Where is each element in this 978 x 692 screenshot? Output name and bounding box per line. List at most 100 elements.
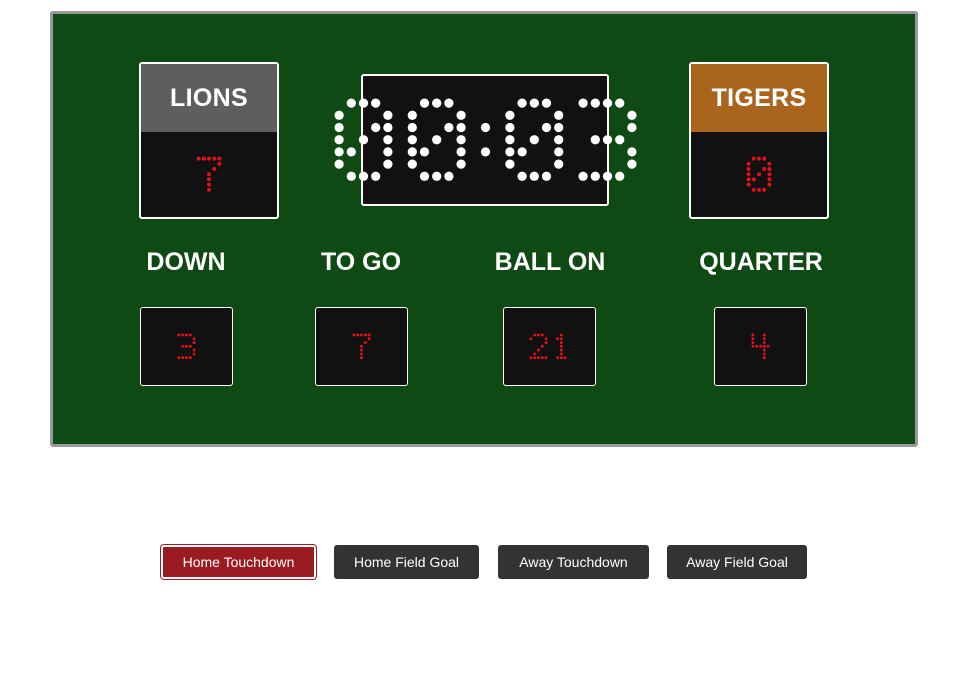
led-dot — [352, 333, 356, 337]
game-clock — [333, 74, 637, 206]
led-dot — [553, 110, 563, 121]
led-dot — [751, 341, 755, 345]
led-dot — [504, 110, 515, 121]
led-dot — [762, 356, 766, 360]
led-dot — [407, 147, 417, 157]
down-value-matrix — [177, 333, 196, 360]
led-dot — [181, 333, 185, 337]
led-dot — [181, 356, 185, 360]
led-dot — [192, 348, 196, 352]
led-dot — [767, 162, 772, 167]
led-dot — [358, 135, 368, 145]
led-dot — [626, 159, 637, 170]
quarter-value-matrix — [751, 333, 770, 360]
ball-on-display — [503, 307, 596, 386]
led-dot — [207, 172, 211, 177]
led-dot — [333, 110, 344, 121]
home-team-panel: LIONS — [139, 62, 279, 219]
led-dot — [358, 171, 368, 182]
led-dot — [177, 333, 181, 337]
home-field-goal-button[interactable]: Home Field Goal — [334, 545, 479, 579]
led-dot — [746, 177, 751, 182]
to-go-value — [352, 333, 371, 360]
led-dot — [455, 110, 466, 121]
home-score-display — [141, 132, 277, 217]
led-dot — [188, 333, 192, 337]
led-dot — [217, 162, 222, 167]
led-dot — [207, 156, 211, 161]
led-dot — [751, 337, 755, 341]
quarter-display — [714, 307, 807, 386]
home-score — [196, 156, 222, 193]
led-dot — [212, 167, 217, 172]
led-dot — [370, 98, 380, 109]
led-dot — [207, 177, 211, 182]
away-score-matrix — [746, 156, 772, 193]
led-dot — [212, 156, 217, 161]
led-dot — [455, 159, 466, 170]
led-dot — [370, 171, 380, 182]
led-dot — [762, 156, 767, 161]
led-dot — [504, 123, 515, 133]
home-score-matrix — [196, 156, 222, 193]
led-dot — [559, 341, 563, 345]
led-dot — [431, 171, 441, 182]
led-dot — [358, 98, 368, 109]
led-dot — [762, 188, 767, 193]
led-dot — [553, 147, 563, 157]
home-touchdown-button[interactable]: Home Touchdown — [161, 545, 316, 579]
away-touchdown-button[interactable]: Away Touchdown — [498, 545, 649, 579]
led-dot — [751, 177, 756, 182]
led-dot — [762, 348, 766, 352]
led-dot — [333, 123, 344, 133]
led-dot — [360, 333, 363, 337]
led-dot — [532, 352, 536, 356]
led-dot — [577, 171, 588, 182]
led-dot — [755, 345, 759, 348]
led-dot — [559, 333, 563, 337]
led-dot — [555, 337, 559, 341]
to-go-label: TO GO — [320, 248, 402, 276]
led-dot — [407, 159, 417, 170]
led-dot — [757, 188, 761, 193]
ball-on-value — [529, 333, 571, 360]
led-dot — [614, 171, 624, 182]
led-dot — [407, 135, 417, 145]
led-dot — [751, 188, 756, 193]
led-dot — [382, 159, 393, 170]
led-dot — [455, 135, 466, 145]
led-dot — [626, 110, 637, 121]
led-dot — [751, 156, 756, 161]
led-dot — [207, 188, 211, 193]
game-clock-display — [333, 97, 638, 182]
led-dot — [746, 172, 751, 177]
led-dot — [346, 171, 356, 182]
led-dot — [431, 98, 441, 109]
game-clock-display-matrix — [333, 98, 637, 182]
led-dot — [529, 98, 539, 109]
led-dot — [762, 333, 766, 337]
led-dot — [767, 172, 772, 177]
led-dot — [536, 333, 540, 337]
led-dot — [382, 123, 393, 133]
led-dot — [746, 182, 751, 187]
led-dot — [536, 348, 540, 352]
led-dot — [346, 147, 356, 157]
led-dot — [185, 345, 188, 348]
led-dot — [762, 341, 766, 345]
led-dot — [363, 333, 367, 337]
led-dot — [382, 110, 393, 121]
led-dot — [559, 352, 563, 356]
led-dot — [559, 348, 563, 352]
led-dot — [333, 147, 344, 157]
led-dot — [559, 337, 563, 341]
led-dot — [559, 356, 563, 360]
led-dot — [192, 352, 196, 356]
away-field-goal-button[interactable]: Away Field Goal — [667, 545, 807, 579]
led-dot — [544, 341, 548, 345]
led-dot — [177, 356, 181, 360]
led-dot — [540, 333, 544, 337]
led-dot — [196, 156, 201, 161]
led-dot — [541, 171, 551, 182]
led-dot — [532, 356, 536, 360]
